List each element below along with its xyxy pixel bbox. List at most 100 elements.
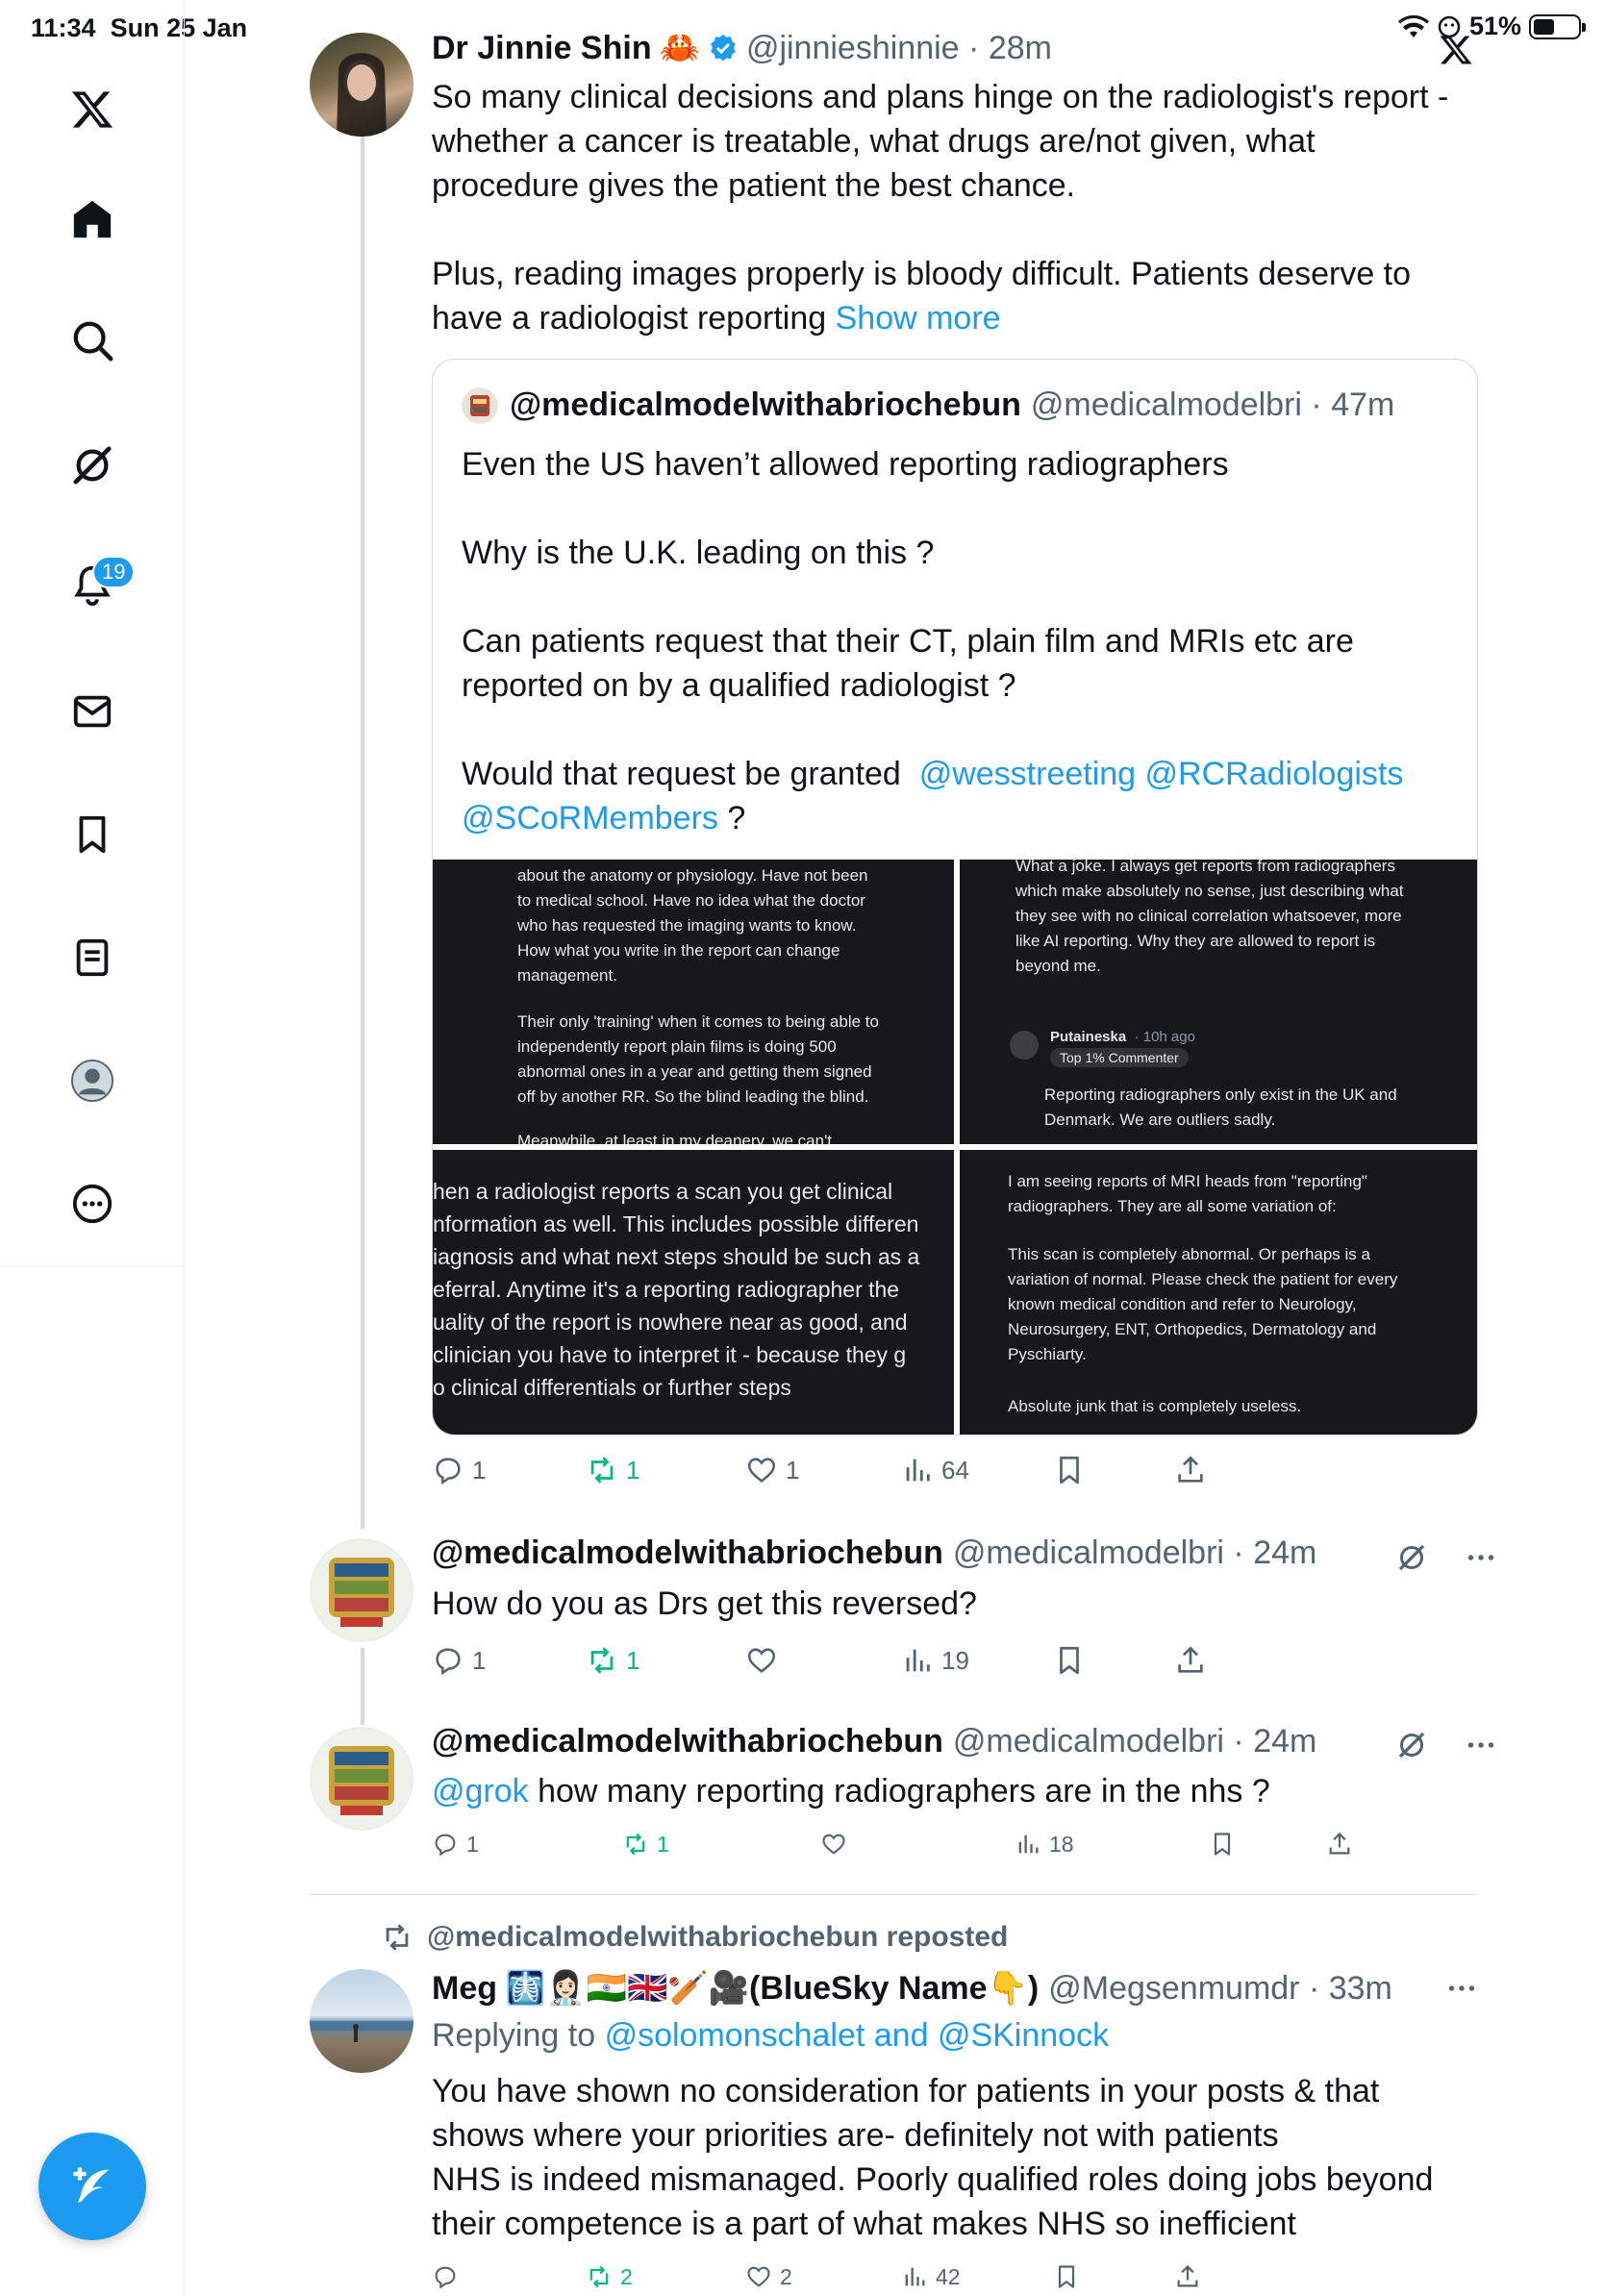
grok-icon[interactable] bbox=[1394, 1728, 1429, 1762]
mention-link[interactable]: @wesstreeting bbox=[919, 756, 1136, 792]
image-tile[interactable]: about the anatomy or physiology. Have no… bbox=[433, 860, 954, 1144]
image-tile[interactable]: hen a radiologist reports a scan you get… bbox=[433, 1150, 954, 1435]
more-options-icon[interactable] bbox=[1464, 1728, 1498, 1762]
display-name[interactable]: Meg bbox=[432, 1970, 497, 2008]
mention-link[interactable]: @SCoRMembers bbox=[462, 800, 718, 836]
sidebar-item-bookmarks[interactable] bbox=[56, 798, 129, 871]
reply-button[interactable]: 1 bbox=[432, 1644, 486, 1677]
repost-button[interactable]: 2 bbox=[586, 2263, 633, 2290]
views-button[interactable]: 18 bbox=[1015, 1831, 1074, 1858]
share-icon bbox=[1177, 2264, 1198, 2287]
display-name[interactable]: @medicalmodelwithabriochebun bbox=[432, 1723, 943, 1760]
bookmark-icon bbox=[1058, 2265, 1075, 2288]
sidebar-item-lists[interactable] bbox=[56, 921, 129, 994]
more-options-icon[interactable] bbox=[1464, 1540, 1498, 1575]
bookmark-button[interactable] bbox=[1053, 1454, 1086, 1486]
tweet-header: Meg 🩻👩🏻‍⚕️🇮🇳🇬🇧🏏🎥 (BlueSky Name 👇 ) @Megs… bbox=[432, 1969, 1392, 2008]
image-text: Putaineska · 10h ago bbox=[1050, 1029, 1195, 1045]
repost-button[interactable]: 1 bbox=[622, 1831, 669, 1858]
search-icon bbox=[73, 321, 113, 362]
reply-button[interactable]: 1 bbox=[432, 1454, 486, 1486]
share-button[interactable] bbox=[1174, 2263, 1201, 2290]
avatar[interactable] bbox=[310, 1538, 414, 1642]
like-button[interactable]: 1 bbox=[745, 1454, 799, 1486]
grok-icon[interactable] bbox=[1394, 1540, 1429, 1575]
sidebar-item-home[interactable] bbox=[56, 183, 129, 256]
bookmark-icon bbox=[1060, 1456, 1079, 1485]
sidebar-item-explore[interactable] bbox=[56, 304, 129, 377]
x-logo-button[interactable] bbox=[56, 73, 129, 146]
share-icon bbox=[1329, 1832, 1350, 1855]
mention-link[interactable]: @RCRadiologists bbox=[1145, 756, 1404, 792]
avatar-gmc-logo bbox=[312, 1540, 412, 1640]
sidebar-item-profile[interactable] bbox=[56, 1044, 129, 1117]
dot-separator: · bbox=[1301, 387, 1332, 423]
share-button[interactable] bbox=[1174, 1454, 1207, 1486]
reply-button[interactable]: 1 bbox=[432, 1831, 479, 1858]
handle[interactable]: @jinnieshinnie bbox=[746, 30, 960, 67]
bookmark-button[interactable] bbox=[1209, 1831, 1236, 1858]
share-button[interactable] bbox=[1326, 1831, 1353, 1858]
bookmark-button[interactable] bbox=[1053, 2263, 1080, 2290]
display-name-suffix: (BlueSky Name bbox=[749, 1969, 988, 2007]
reply-button[interactable] bbox=[432, 2263, 466, 2290]
like-button[interactable] bbox=[820, 1831, 855, 1858]
views-button[interactable]: 64 bbox=[901, 1454, 969, 1486]
mention-link[interactable]: @grok bbox=[432, 1773, 529, 1809]
reply-icon bbox=[436, 1458, 461, 1485]
compose-button[interactable] bbox=[38, 2133, 146, 2240]
text-line: Can patients request that their CT, plai… bbox=[462, 623, 1354, 660]
sidebar-item-messages[interactable] bbox=[56, 675, 129, 748]
image-tile[interactable]: What a joke. I always get reports from r… bbox=[960, 860, 1477, 1144]
handle[interactable]: @Megsenmumdr bbox=[1048, 1970, 1299, 2008]
sidebar-item-more[interactable] bbox=[56, 1167, 129, 1240]
timestamp[interactable]: 33m bbox=[1329, 1970, 1392, 2008]
display-name[interactable]: Dr Jinnie Shin bbox=[432, 30, 652, 67]
handle[interactable]: @medicalmodelbri bbox=[953, 1723, 1224, 1760]
bookmark-button[interactable] bbox=[1053, 1644, 1086, 1677]
tweet-text: So many clinical decisions and plans hin… bbox=[432, 75, 1480, 340]
wifi-icon bbox=[1397, 14, 1429, 37]
timestamp[interactable]: 28m bbox=[989, 30, 1052, 67]
views-button[interactable]: 19 bbox=[901, 1644, 969, 1677]
text-line: Even the US haven’t allowed reporting ra… bbox=[462, 446, 1229, 483]
timeline-divider bbox=[310, 1894, 1477, 1895]
like-button[interactable]: 2 bbox=[745, 2263, 792, 2290]
share-icon bbox=[1178, 1456, 1203, 1483]
share-button[interactable] bbox=[1174, 1644, 1207, 1677]
replying-to-links[interactable]: @solomonschalet and @SKinnock bbox=[605, 2017, 1110, 2054]
views-button[interactable]: 42 bbox=[901, 2263, 961, 2290]
avatar-beach-photo bbox=[310, 2021, 414, 2042]
heart-icon bbox=[747, 1458, 776, 1483]
text-line: procedure gives the patient the best cha… bbox=[432, 167, 1076, 204]
battery-icon bbox=[1529, 13, 1586, 39]
heart-icon bbox=[747, 1648, 776, 1673]
avatar[interactable] bbox=[310, 33, 414, 137]
avatar[interactable] bbox=[310, 1969, 414, 2073]
heart-icon bbox=[747, 2266, 770, 2287]
like-button[interactable] bbox=[745, 1644, 786, 1677]
repost-button[interactable]: 1 bbox=[586, 1644, 639, 1677]
image-text: hen a radiologist reports a scan you get… bbox=[433, 1179, 920, 1400]
timestamp[interactable]: 24m bbox=[1253, 1535, 1316, 1572]
repost-label[interactable]: @medicalmodelwithabriochebun reposted bbox=[427, 1921, 1008, 1954]
show-more-link[interactable]: Show more bbox=[836, 300, 1001, 337]
image-tile[interactable]: I am seeing reports of MRI heads from "r… bbox=[960, 1150, 1477, 1435]
more-options-icon[interactable] bbox=[1444, 1971, 1479, 2006]
avatar[interactable] bbox=[310, 1727, 414, 1831]
quote-tweet[interactable]: @medicalmodelwithabriochebun @medicalmod… bbox=[432, 359, 1478, 1435]
text-line: their competence is a part of what makes… bbox=[432, 2206, 1296, 2242]
dot-separator: · bbox=[1223, 1723, 1254, 1759]
thread-connector bbox=[361, 1648, 364, 1725]
timestamp[interactable]: 24m bbox=[1253, 1723, 1316, 1760]
display-name[interactable]: @medicalmodelwithabriochebun bbox=[432, 1535, 943, 1572]
image-text: Meanwhile, at least in my deanery, we ca… bbox=[517, 1132, 833, 1144]
repost-button[interactable]: 1 bbox=[586, 1454, 639, 1486]
handle[interactable]: @medicalmodelbri bbox=[953, 1535, 1224, 1572]
x-logo-overlay-icon bbox=[1440, 36, 1472, 64]
sidebar-item-grok[interactable] bbox=[56, 429, 129, 502]
views-chart-icon bbox=[906, 1649, 930, 1672]
quote-handle: @medicalmodelbri bbox=[1030, 387, 1302, 423]
text-line: NHS is indeed mismanaged. Poorly qualifi… bbox=[432, 2161, 1434, 2198]
status-indicators: 51% bbox=[1397, 12, 1586, 41]
